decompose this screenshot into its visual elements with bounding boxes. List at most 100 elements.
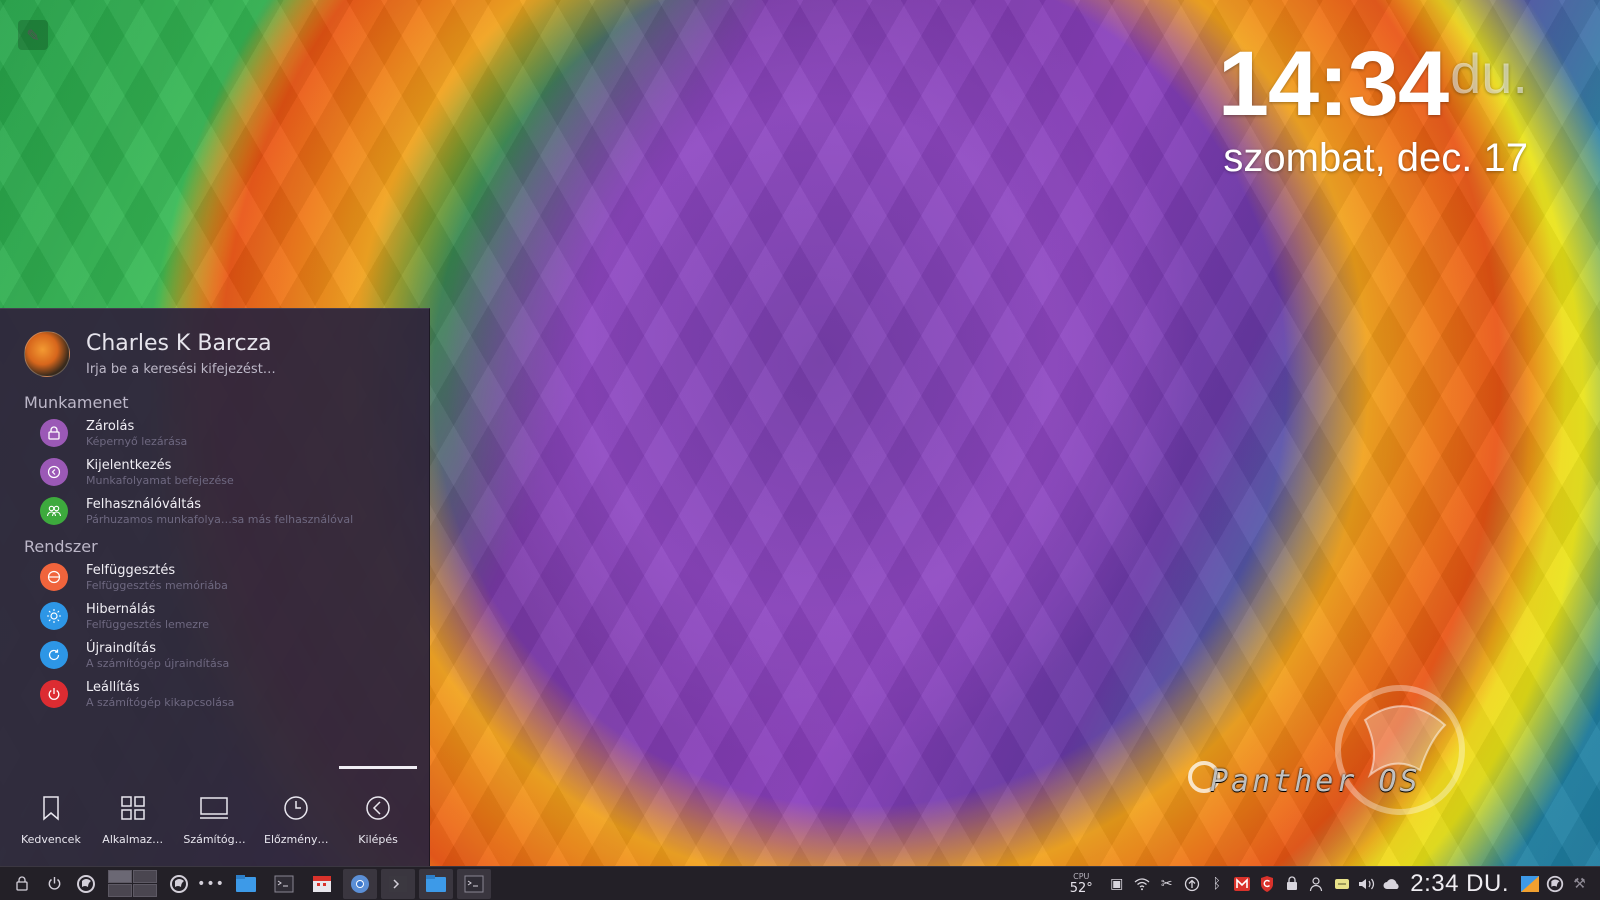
tray-panther[interactable] — [1542, 869, 1567, 899]
lock-screen-button[interactable] — [6, 869, 38, 899]
item-description: A számítógép kikapcsolása — [86, 695, 235, 709]
calendar-icon — [313, 875, 331, 892]
task-browser[interactable] — [343, 868, 377, 899]
tray-network[interactable] — [1129, 869, 1154, 899]
item-label: Kijelentkezés — [86, 458, 172, 473]
launcher-button[interactable] — [70, 869, 102, 899]
clock-time: 14:34 — [1217, 33, 1449, 135]
panel-settings-button[interactable]: ⚒ — [1567, 869, 1592, 899]
tray-volume[interactable] — [1354, 869, 1379, 899]
item-label: Újraindítás — [86, 641, 156, 656]
leave-button[interactable] — [38, 869, 70, 899]
task-file-manager[interactable] — [229, 869, 263, 899]
tray-clipboard[interactable]: ✂ — [1154, 869, 1179, 899]
desktop-4[interactable] — [133, 884, 157, 897]
virtual-desktop-pager[interactable] — [108, 870, 157, 897]
tab-applications[interactable]: Alkalmaz… — [92, 766, 174, 846]
tab-label: Számítóg… — [183, 833, 246, 846]
item-description: Párhuzamos munkafolya…sa más felhasználó… — [86, 512, 354, 526]
power-plug-icon — [1334, 878, 1349, 889]
history-icon — [281, 793, 311, 823]
item-description: Felfüggesztés memóriába — [86, 578, 228, 592]
hibernate-item[interactable]: Hibernálás Felfüggesztés lemezre — [40, 602, 400, 631]
user-header: Charles K Barcza — [24, 331, 386, 377]
item-description: A számítógép újraindítása — [86, 656, 230, 670]
shield-icon — [1260, 875, 1273, 892]
tab-label: Kilépés — [358, 833, 398, 846]
item-label: Leállítás — [86, 680, 140, 695]
desktop-1[interactable] — [108, 870, 132, 883]
tray-bluetooth[interactable]: ᛒ — [1204, 869, 1229, 899]
tray-vault[interactable] — [1279, 869, 1304, 899]
clock-widget: 14:34du. szombat, dec. 17 — [1218, 38, 1528, 181]
terminal-icon — [274, 875, 294, 892]
tab-label: Alkalmaz… — [102, 833, 164, 846]
section-title-session: Munkamenet — [24, 393, 129, 412]
logout-item[interactable]: Kijelentkezés Munkafolyamat befejezése — [40, 458, 400, 487]
launcher-tabs: Kedvencek Alkalmaz… Számítóg… Előzmény… … — [10, 766, 419, 846]
logout-icon — [40, 458, 68, 487]
item-description: Munkafolyamat befejezése — [86, 473, 234, 487]
wifi-icon — [1134, 877, 1150, 890]
desktop-2[interactable] — [133, 870, 157, 883]
item-description: Képernyő lezárása — [86, 434, 188, 448]
speaker-icon — [1358, 878, 1374, 889]
clock-ampm: du. — [1450, 42, 1528, 105]
task-dolphin[interactable] — [419, 868, 453, 899]
tray-user[interactable] — [1304, 869, 1329, 899]
restart-icon — [40, 641, 68, 670]
hibernate-icon — [40, 602, 68, 631]
tab-computer[interactable]: Számítóg… — [174, 766, 256, 846]
tray-mail[interactable] — [1229, 869, 1254, 899]
mail-icon — [1233, 876, 1250, 891]
tab-history[interactable]: Előzmény… — [255, 766, 337, 846]
taskbar-clock[interactable]: 2:34 DU. — [1410, 870, 1509, 898]
clock-date: szombat, dec. 17 — [1223, 136, 1528, 180]
tab-favorites[interactable]: Kedvencek — [10, 766, 92, 846]
switch-user-item[interactable]: Felhasználóváltás Párhuzamos munkafolya…… — [40, 497, 400, 526]
panther-logo-icon — [1188, 685, 1465, 815]
shutdown-item[interactable]: Leállítás A számítógép kikapcsolása — [40, 680, 400, 709]
leave-icon — [363, 793, 393, 823]
cpu-temperature[interactable]: CPU 52° — [1064, 872, 1098, 896]
more-button[interactable]: ••• — [195, 869, 227, 899]
lock-icon — [40, 419, 68, 448]
desktop-3[interactable] — [108, 884, 132, 897]
tab-leave[interactable]: Kilépés — [337, 766, 419, 846]
item-label: Hibernálás — [86, 602, 156, 617]
panther-app-button[interactable] — [163, 869, 195, 899]
tab-label: Kedvencek — [20, 833, 81, 846]
item-description: Felfüggesztés lemezre — [86, 617, 210, 631]
shutdown-icon — [40, 680, 68, 709]
desktop-toolbox-icon[interactable]: ✎ — [18, 20, 48, 50]
tray-colors[interactable] — [1517, 869, 1542, 899]
task-terminal-2[interactable] — [457, 868, 491, 899]
cpu-value: 52° — [1069, 880, 1093, 896]
item-label: Felhasználóváltás — [86, 497, 202, 512]
switch-user-icon — [40, 497, 68, 526]
panther-os-logo: Panther OS — [1180, 680, 1520, 820]
task-terminal[interactable] — [267, 869, 301, 899]
tray-battery[interactable] — [1329, 869, 1354, 899]
task-calendar[interactable] — [305, 869, 339, 899]
panther-launcher-icon — [77, 874, 95, 893]
terminal-icon — [464, 875, 484, 892]
lock-item[interactable]: Zárolás Képernyő lezárása — [40, 419, 400, 448]
suspend-item[interactable]: Felfüggesztés Felfüggesztés memóriába — [40, 563, 400, 592]
folder-icon — [426, 874, 446, 892]
avatar[interactable] — [24, 331, 70, 377]
item-label: Zárolás — [86, 419, 135, 434]
cloud-icon — [1383, 878, 1399, 889]
task-konsole[interactable] — [381, 868, 415, 899]
cpu-label: CPU — [1073, 871, 1090, 881]
tray-antivirus[interactable] — [1254, 869, 1279, 899]
restart-item[interactable]: Újraindítás A számítógép újraindítása — [40, 641, 400, 670]
search-input[interactable] — [86, 362, 386, 377]
lock-icon — [16, 876, 28, 891]
tray-cloud[interactable] — [1379, 869, 1404, 899]
tray-storage[interactable]: ▣ — [1104, 869, 1129, 899]
tray-updates[interactable] — [1179, 869, 1204, 899]
scissors-icon: ✂ — [1160, 875, 1173, 892]
applications-icon — [118, 793, 148, 823]
user-icon — [1309, 876, 1322, 891]
